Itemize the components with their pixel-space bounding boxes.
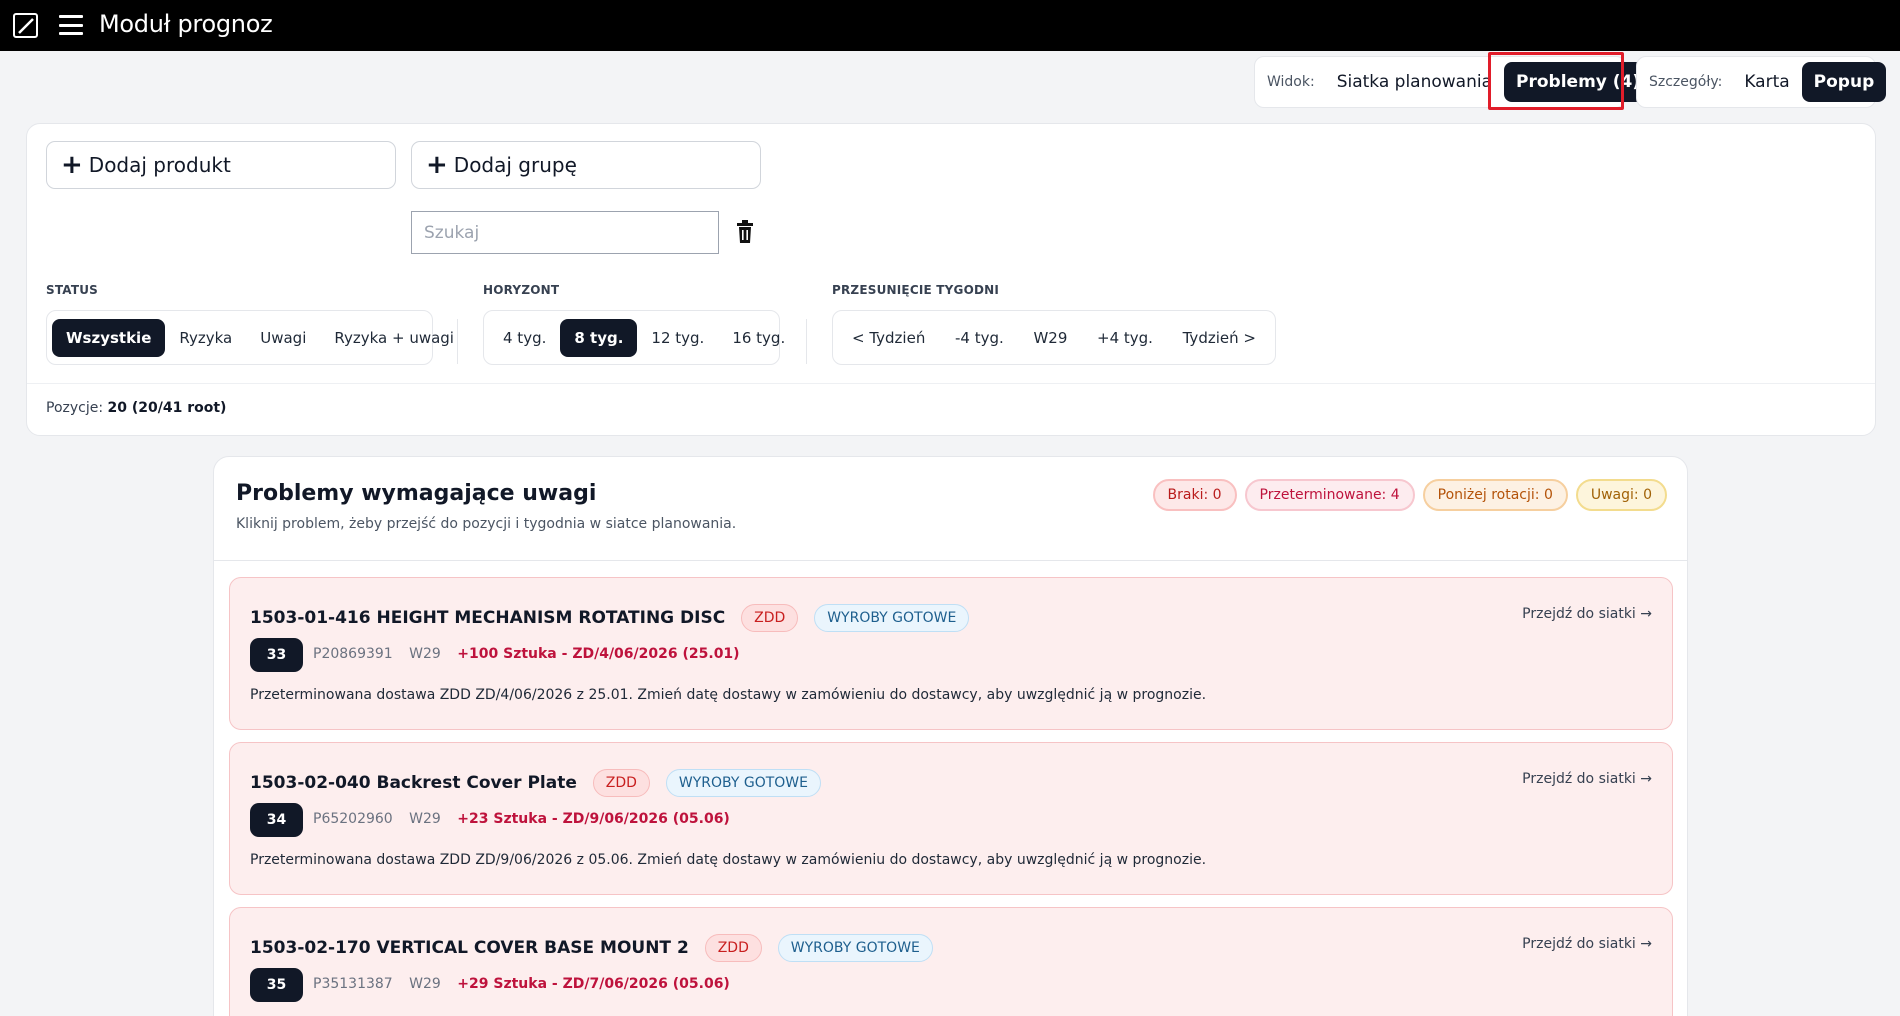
notes-badge[interactable]: Uwagi: 0	[1575, 479, 1667, 511]
delivery-info: +29 Sztuka - ZD/7/06/2026 (05.06)	[457, 976, 730, 992]
product-title: 1503-02-170 VERTICAL COVER BASE MOUNT 2	[250, 938, 689, 958]
divider	[806, 319, 807, 364]
category-tag: WYROBY GOTOWE	[777, 934, 933, 962]
goto-grid-link[interactable]: Przejdź do siatki →	[1522, 606, 1652, 622]
details-label: Szczegóły:	[1649, 74, 1723, 90]
view-switcher: Widok: Siatka planowania Problemy (4)	[1254, 56, 1653, 108]
position-number: 34	[250, 803, 303, 837]
product-title: 1503-02-040 Backrest Cover Plate	[250, 773, 577, 793]
positions-value: 20 (20/41 root)	[107, 400, 227, 416]
week-label: W29	[409, 976, 441, 992]
position-number: 35	[250, 968, 303, 1002]
zdd-tag: ZDD	[741, 604, 799, 632]
add-group-button[interactable]: + Dodaj grupę	[411, 141, 761, 189]
add-group-label: Dodaj grupę	[453, 153, 577, 177]
category-tag: WYROBY GOTOWE	[814, 604, 970, 632]
details-switcher: Szczegóły: Karta Popup	[1636, 56, 1887, 108]
status-notes-button[interactable]: Uwagi	[246, 319, 320, 357]
position-number: 33	[250, 638, 303, 672]
plus-4-weeks-button[interactable]: +4 tyg.	[1083, 319, 1167, 357]
category-tag: WYROBY GOTOWE	[665, 769, 821, 797]
status-risks-button[interactable]: Ryzyka	[165, 319, 246, 357]
add-product-button[interactable]: + Dodaj produkt	[46, 141, 396, 189]
status-filter-label: STATUS	[46, 283, 99, 297]
week-label: W29	[409, 646, 441, 662]
problem-badges: Braki: 0 Przeterminowane: 4 Poniżej rota…	[1152, 479, 1667, 511]
problem-meta: P35131387 W29 +29 Sztuka - ZD/7/06/2026 …	[313, 976, 730, 992]
problem-card[interactable]: 1503-02-040 Backrest Cover Plate ZDD WYR…	[229, 742, 1673, 895]
problem-description: Przeterminowana dostawa ZDD ZD/4/06/2026…	[250, 687, 1207, 703]
product-code: P20869391	[313, 646, 393, 662]
problems-panel: Problemy wymagające uwagi Kliknij proble…	[213, 456, 1688, 1016]
app-title: Moduł prognoz	[99, 10, 273, 38]
problem-meta: P20869391 W29 +100 Sztuka - ZD/4/06/2026…	[313, 646, 740, 662]
product-title: 1503-01-416 HEIGHT MECHANISM ROTATING DI…	[250, 608, 726, 628]
overdue-badge[interactable]: Przeterminowane: 4	[1244, 479, 1415, 511]
details-card-button[interactable]: Karta	[1732, 62, 1801, 102]
goto-grid-link[interactable]: Przejdź do siatki →	[1522, 771, 1652, 787]
problem-description: Przeterminowana dostawa ZDD ZD/9/06/2026…	[250, 852, 1207, 868]
positions-label: Pozycje:	[46, 400, 104, 416]
week-shift-filter: < Tydzień -4 tyg. W29 +4 tyg. Tydzień >	[832, 310, 1276, 365]
app-logo-icon[interactable]	[13, 13, 38, 38]
delivery-info: +100 Sztuka - ZD/4/06/2026 (25.01)	[457, 646, 740, 662]
horizon-8-button[interactable]: 8 tyg.	[560, 318, 638, 357]
view-problems-button[interactable]: Problemy (4)	[1504, 62, 1653, 102]
horizon-12-button[interactable]: 12 tyg.	[637, 319, 718, 357]
horizon-16-button[interactable]: 16 tyg.	[718, 319, 799, 357]
delivery-info: +23 Sztuka - ZD/9/06/2026 (05.06)	[457, 811, 730, 827]
trash-icon[interactable]	[734, 220, 756, 244]
next-week-button[interactable]: Tydzień >	[1169, 319, 1270, 357]
control-panel: + Dodaj produkt + Dodaj grupę STATUS Wsz…	[26, 123, 1876, 436]
prev-week-button[interactable]: < Tydzień	[838, 319, 939, 357]
minus-4-weeks-button[interactable]: -4 tyg.	[941, 319, 1018, 357]
shift-filter-label: PRZESUNIĘCIE TYGODNI	[832, 283, 1000, 297]
problem-meta: P65202960 W29 +23 Sztuka - ZD/9/06/2026 …	[313, 811, 730, 827]
shortages-badge[interactable]: Braki: 0	[1152, 479, 1237, 511]
problem-card-heading: 1503-02-170 VERTICAL COVER BASE MOUNT 2 …	[250, 934, 933, 962]
search-input[interactable]	[411, 211, 719, 254]
horizon-filter-label: HORYZONT	[483, 283, 560, 297]
horizon-4-button[interactable]: 4 tyg.	[489, 319, 560, 357]
status-filter: Wszystkie Ryzyka Uwagi Ryzyka + uwagi	[46, 310, 454, 365]
product-code: P35131387	[313, 976, 393, 992]
status-all-button[interactable]: Wszystkie	[52, 318, 166, 357]
view-label: Widok:	[1267, 74, 1315, 90]
divider	[457, 319, 458, 364]
menu-icon[interactable]	[59, 15, 83, 35]
divider	[214, 560, 1687, 561]
view-grid-button[interactable]: Siatka planowania	[1325, 62, 1504, 102]
add-product-label: Dodaj produkt	[88, 153, 231, 177]
problem-card[interactable]: 1503-02-170 VERTICAL COVER BASE MOUNT 2 …	[229, 907, 1673, 1016]
positions-count: Pozycje: 20 (20/41 root)	[46, 400, 226, 416]
problem-card-heading: 1503-01-416 HEIGHT MECHANISM ROTATING DI…	[250, 604, 970, 632]
current-week-button[interactable]: W29	[1019, 319, 1081, 357]
divider	[27, 383, 1875, 384]
status-risks-notes-button[interactable]: Ryzyka + uwagi	[320, 319, 468, 357]
top-bar: Moduł prognoz	[0, 0, 1900, 51]
zdd-tag: ZDD	[704, 934, 762, 962]
plus-icon: +	[61, 150, 83, 180]
problem-card-heading: 1503-02-040 Backrest Cover Plate ZDD WYR…	[250, 769, 821, 797]
goto-grid-link[interactable]: Przejdź do siatki →	[1522, 936, 1652, 952]
zdd-tag: ZDD	[592, 769, 650, 797]
problems-title: Problemy wymagające uwagi	[236, 481, 597, 506]
details-popup-button[interactable]: Popup	[1801, 62, 1887, 102]
problems-subtitle: Kliknij problem, żeby przejść do pozycji…	[236, 516, 737, 532]
week-label: W29	[409, 811, 441, 827]
problem-card[interactable]: 1503-01-416 HEIGHT MECHANISM ROTATING DI…	[229, 577, 1673, 730]
horizon-filter: 4 tyg. 8 tyg. 12 tyg. 16 tyg.	[483, 310, 785, 365]
below-rotation-badge[interactable]: Poniżej rotacji: 0	[1422, 479, 1568, 511]
product-code: P65202960	[313, 811, 393, 827]
plus-icon: +	[426, 150, 448, 180]
